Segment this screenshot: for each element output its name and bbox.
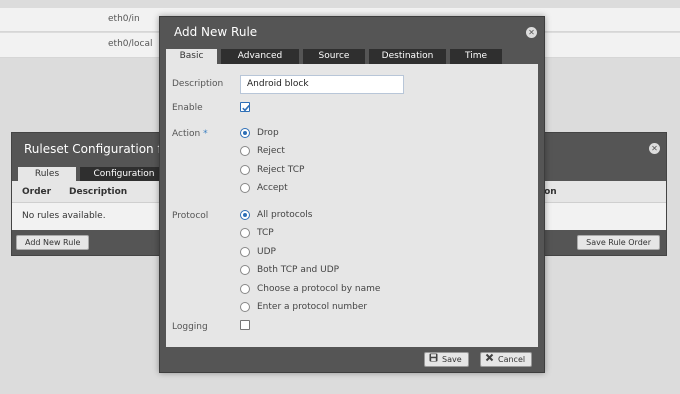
column-order[interactable]: Order [22, 187, 51, 197]
radio-accept[interactable] [240, 183, 250, 193]
description-label: Description [172, 79, 224, 89]
column-description[interactable]: Description [69, 187, 127, 197]
cancel-button[interactable]: Cancel [480, 352, 533, 367]
logging-label: Logging [172, 322, 208, 332]
cancel-button-label: Cancel [498, 355, 526, 364]
radio-reject[interactable] [240, 146, 250, 156]
radio-reject-tcp-label[interactable]: Reject TCP [257, 165, 304, 175]
action-label-text: Action [172, 129, 201, 139]
interface-name: eth0/in [108, 14, 140, 24]
save-rule-order-button[interactable]: Save Rule Order [577, 235, 660, 250]
empty-message: No rules available. [22, 211, 106, 221]
tab-advanced[interactable]: Advanced [221, 49, 299, 64]
tab-rules[interactable]: Rules [18, 167, 76, 181]
required-marker: * [203, 129, 208, 139]
dialog-body: Description Android block Enable Action … [166, 64, 538, 347]
dialog-tabs: Basic Advanced Source Destination Time [166, 49, 542, 64]
tab-basic[interactable]: Basic [166, 49, 217, 64]
action-label: Action * [172, 129, 208, 139]
ruleset-title: Ruleset Configuration for [24, 142, 174, 156]
radio-udp[interactable] [240, 247, 250, 257]
radio-protocol-number[interactable] [240, 302, 250, 312]
radio-tcp-label[interactable]: TCP [257, 228, 274, 238]
tab-configuration[interactable]: Configuration [80, 167, 168, 181]
dialog-title: Add New Rule [174, 25, 258, 39]
radio-drop[interactable] [240, 128, 250, 138]
add-rule-dialog: Add New Rule ✕ Basic Advanced Source Des… [159, 16, 545, 373]
close-icon[interactable]: ✕ [526, 27, 537, 38]
radio-drop-label[interactable]: Drop [257, 128, 279, 138]
close-icon[interactable]: ✕ [649, 143, 660, 154]
close-icon [485, 353, 494, 366]
radio-all-protocols-label[interactable]: All protocols [257, 210, 312, 220]
radio-tcp[interactable] [240, 228, 250, 238]
description-input[interactable]: Android block [240, 75, 404, 94]
tab-source[interactable]: Source [303, 49, 365, 64]
radio-both-tcp-udp-label[interactable]: Both TCP and UDP [257, 265, 339, 275]
dialog-footer: Save Cancel [160, 347, 544, 372]
add-new-rule-button[interactable]: Add New Rule [16, 235, 90, 250]
logging-checkbox[interactable] [240, 320, 250, 330]
check-icon [242, 104, 250, 112]
tab-destination[interactable]: Destination [369, 49, 446, 64]
radio-all-protocols[interactable] [240, 210, 250, 220]
enable-label: Enable [172, 103, 203, 113]
radio-protocol-number-label[interactable]: Enter a protocol number [257, 302, 367, 312]
save-button-label: Save [442, 355, 462, 364]
radio-protocol-by-name-label[interactable]: Choose a protocol by name [257, 284, 380, 294]
radio-accept-label[interactable]: Accept [257, 183, 288, 193]
protocol-label: Protocol [172, 211, 209, 221]
enable-checkbox[interactable] [240, 102, 250, 112]
radio-reject-tcp[interactable] [240, 165, 250, 175]
radio-both-tcp-udp[interactable] [240, 265, 250, 275]
radio-reject-label[interactable]: Reject [257, 146, 285, 156]
save-icon [429, 353, 438, 366]
radio-udp-label[interactable]: UDP [257, 247, 276, 257]
save-button[interactable]: Save [424, 352, 469, 367]
tab-time[interactable]: Time [450, 49, 502, 64]
radio-protocol-by-name[interactable] [240, 284, 250, 294]
interface-name: eth0/local [108, 39, 153, 49]
